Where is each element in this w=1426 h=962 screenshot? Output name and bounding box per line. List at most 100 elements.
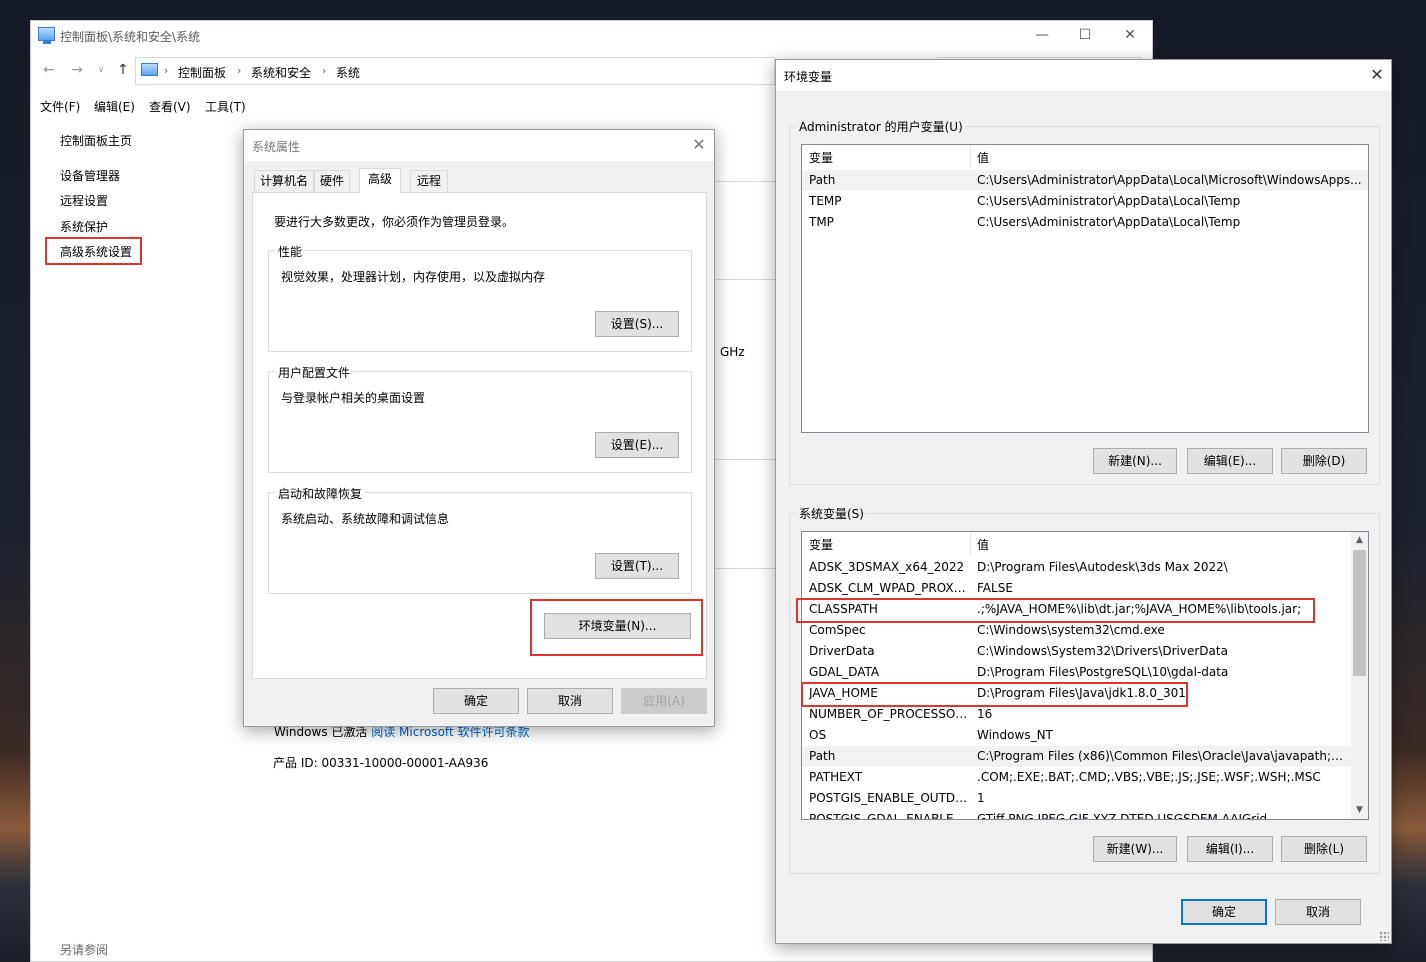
variable-name: NUMBER_OF_PROCESSORS	[809, 707, 969, 721]
column-header-value[interactable]: 值	[977, 536, 989, 553]
recent-chevron-icon[interactable]: ∨	[93, 62, 109, 78]
table-row[interactable]: Path C:\Users\Administrator\AppData\Loca…	[802, 170, 1368, 191]
address-box[interactable]: › 控制面板 › 系统和安全 › 系统	[135, 57, 775, 85]
table-row[interactable]: GDAL_DATA D:\Program Files\PostgreSQL\10\…	[802, 662, 1368, 683]
breadcrumb-chevron-icon[interactable]: ›	[164, 64, 168, 77]
scrollbar-thumb[interactable]	[1353, 550, 1366, 676]
column-header-variable[interactable]: 变量	[809, 149, 833, 166]
menu-view[interactable]: 查看(V)	[149, 98, 191, 115]
variable-name: ComSpec	[809, 623, 866, 637]
variable-name: Path	[809, 749, 836, 763]
close-icon[interactable]: ✕	[687, 134, 711, 156]
breadcrumb-item[interactable]: 系统和安全	[251, 64, 311, 81]
column-header-value[interactable]: 值	[977, 149, 989, 166]
startup-recovery-settings-button[interactable]: 设置(T)...	[595, 553, 679, 579]
variable-name: OS	[809, 728, 827, 742]
sidebar-item-device-manager[interactable]: 设备管理器	[60, 167, 120, 184]
variable-name: TEMP	[809, 194, 842, 208]
scroll-up-icon[interactable]: ▲	[1351, 532, 1368, 549]
startup-recovery-group: 启动和故障恢复 系统启动、系统故障和调试信息 设置(T)...	[268, 485, 692, 594]
menu-tools[interactable]: 工具(T)	[205, 98, 246, 115]
table-row[interactable]: POSTGIS_GDAL_ENABLED... GTiff PNG JPEG GI…	[802, 809, 1368, 820]
breadcrumb-item[interactable]: 系统	[336, 64, 360, 81]
forward-arrow-icon[interactable]: →	[69, 62, 85, 78]
sidebar-item-remote[interactable]: 远程设置	[60, 192, 108, 209]
tab-computer-name[interactable]: 计算机名	[254, 170, 315, 192]
user-new-button[interactable]: 新建(N)...	[1093, 448, 1177, 474]
close-button[interactable]: ✕	[1119, 25, 1141, 47]
group-description: 系统启动、系统故障和调试信息	[281, 512, 450, 526]
variable-value: FALSE	[977, 581, 1013, 595]
cancel-button[interactable]: 取消	[1275, 899, 1361, 925]
table-row[interactable]: DriverData C:\Windows\System32\Drivers\Dr…	[802, 641, 1368, 662]
resize-grip[interactable]	[1379, 931, 1389, 941]
table-row[interactable]: TMP C:\Users\Administrator\AppData\Local…	[802, 212, 1368, 233]
back-arrow-icon[interactable]: ←	[41, 62, 57, 78]
highlight-box	[530, 599, 703, 656]
apply-button[interactable]: 应用(A)	[621, 688, 707, 714]
tab-hardware[interactable]: 硬件	[314, 170, 351, 192]
variable-name: ADSK_3DSMAX_x64_2022	[809, 560, 965, 574]
variable-value: GTiff PNG JPEG GIF XYZ DTED USGSDEM AAIG…	[977, 812, 1268, 820]
table-row[interactable]: NUMBER_OF_PROCESSORS 16	[802, 704, 1368, 725]
table-row[interactable]: ComSpec C:\Windows\system32\cmd.exe	[802, 620, 1368, 641]
product-id: 产品 ID: 00331-10000-00001-AA936	[273, 756, 489, 770]
dialog-title: 系统属性	[252, 140, 301, 154]
variable-name: PATHEXT	[809, 770, 863, 784]
variable-value: D:\Program Files\PostgreSQL\10\gdal-data	[977, 665, 1229, 679]
system-properties-dialog: 系统属性 ✕ 计算机名 硬件 高级 远程 要进行大多数更改，你必须作为管理员登录…	[243, 129, 715, 727]
breadcrumb-item[interactable]: 控制面板	[178, 64, 226, 81]
highlight-box	[796, 598, 1315, 623]
column-divider[interactable]	[970, 145, 971, 168]
table-row[interactable]: TEMP C:\Users\Administrator\AppData\Loca…	[802, 191, 1368, 212]
close-icon[interactable]: ✕	[1365, 64, 1389, 86]
group-title: 性能	[275, 243, 306, 260]
group-description: 与登录帐户相关的桌面设置	[281, 391, 426, 405]
table-row[interactable]: OS Windows_NT	[802, 725, 1368, 746]
user-profiles-settings-button[interactable]: 设置(E)...	[595, 432, 679, 458]
dialog-titlebar: 系统属性 ✕	[244, 130, 714, 161]
dialog-titlebar: 环境变量 ✕	[776, 60, 1391, 91]
activation-text: Windows 已激活	[274, 725, 368, 739]
column-header-variable[interactable]: 变量	[809, 536, 833, 553]
group-title: 启动和故障恢复	[275, 485, 366, 502]
ok-button[interactable]: 确定	[433, 688, 519, 714]
system-variables-list[interactable]: 变量 值 ADSK_3DSMAX_x64_2022 D:\Program File…	[801, 531, 1369, 820]
variable-value: C:\Users\Administrator\AppData\Local\Mic…	[977, 173, 1362, 187]
user-edit-button[interactable]: 编辑(E)...	[1187, 448, 1273, 474]
breadcrumb-chevron-icon[interactable]: ›	[237, 64, 241, 77]
variable-value: C:\Users\Administrator\AppData\Local\Tem…	[977, 215, 1241, 229]
menu-edit[interactable]: 编辑(E)	[94, 98, 135, 115]
up-arrow-icon[interactable]: ↑	[115, 62, 131, 78]
variable-value: Windows_NT	[977, 728, 1053, 742]
ok-button[interactable]: 确定	[1181, 899, 1267, 925]
system-edit-button[interactable]: 编辑(I)...	[1187, 836, 1273, 862]
menu-file[interactable]: 文件(F)	[40, 98, 80, 115]
table-row[interactable]: ADSK_CLM_WPAD_PROXY... FALSE	[802, 578, 1368, 599]
sidebar-home-link[interactable]: 控制面板主页	[60, 132, 132, 149]
tab-remote[interactable]: 远程	[410, 170, 449, 192]
user-delete-button[interactable]: 删除(D)	[1281, 448, 1367, 474]
system-delete-button[interactable]: 删除(L)	[1281, 836, 1367, 862]
license-link[interactable]: 阅读 Microsoft 软件许可条款	[371, 725, 529, 739]
sidebar-item-protection[interactable]: 系统保护	[60, 218, 108, 235]
maximize-button[interactable]: ☐	[1074, 25, 1096, 47]
variable-value: .COM;.EXE;.BAT;.CMD;.VBS;.VBE;.JS;.JSE;.…	[977, 770, 1321, 784]
performance-settings-button[interactable]: 设置(S)...	[595, 311, 679, 337]
tab-advanced[interactable]: 高级	[359, 168, 402, 193]
vertical-scrollbar[interactable]: ▲ ▼	[1351, 532, 1368, 819]
table-row[interactable]: POSTGIS_ENABLE_OUTDB... 1	[802, 788, 1368, 809]
table-row[interactable]: Path C:\Program Files (x86)\Common Files\…	[802, 746, 1368, 767]
minimize-button[interactable]: —	[1031, 25, 1053, 47]
column-divider[interactable]	[970, 532, 971, 555]
table-row[interactable]: ADSK_3DSMAX_x64_2022 D:\Program Files\Aut…	[802, 557, 1368, 578]
table-row[interactable]: PATHEXT .COM;.EXE;.BAT;.CMD;.VBS;.VBE;.JS…	[802, 767, 1368, 788]
variable-name: DriverData	[809, 644, 875, 658]
variable-name: POSTGIS_GDAL_ENABLED...	[809, 812, 969, 820]
user-variables-list[interactable]: 变量 值 Path C:\Users\Administrator\AppData…	[801, 144, 1369, 433]
cancel-button[interactable]: 取消	[527, 688, 613, 714]
system-new-button[interactable]: 新建(W)...	[1093, 836, 1177, 862]
scroll-down-icon[interactable]: ▼	[1351, 802, 1368, 819]
variable-value: C:\Program Files (x86)\Common Files\Orac…	[977, 749, 1349, 763]
breadcrumb-chevron-icon[interactable]: ›	[322, 64, 326, 77]
